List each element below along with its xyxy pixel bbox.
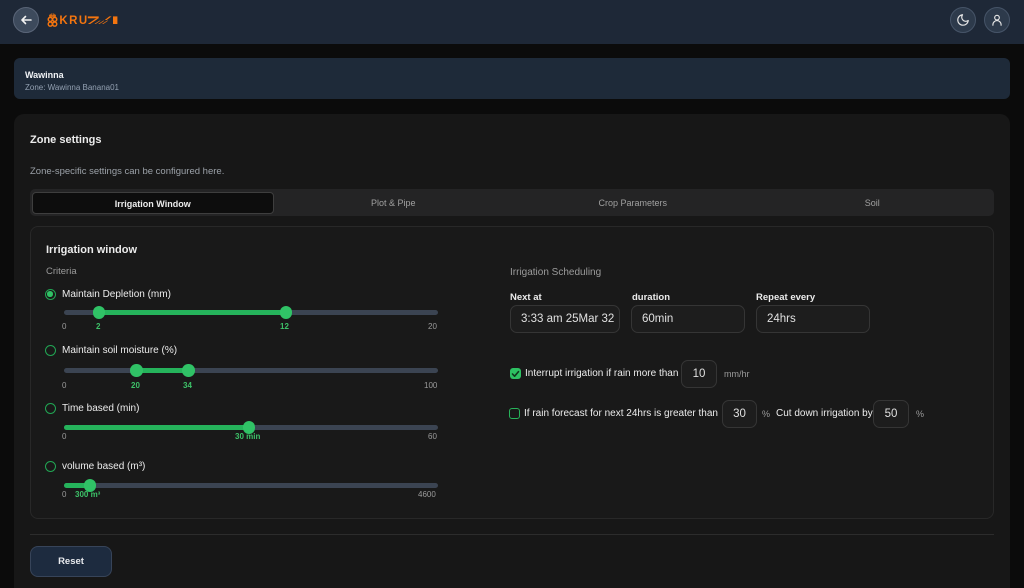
svg-text:KRU: KRU [59,15,88,27]
